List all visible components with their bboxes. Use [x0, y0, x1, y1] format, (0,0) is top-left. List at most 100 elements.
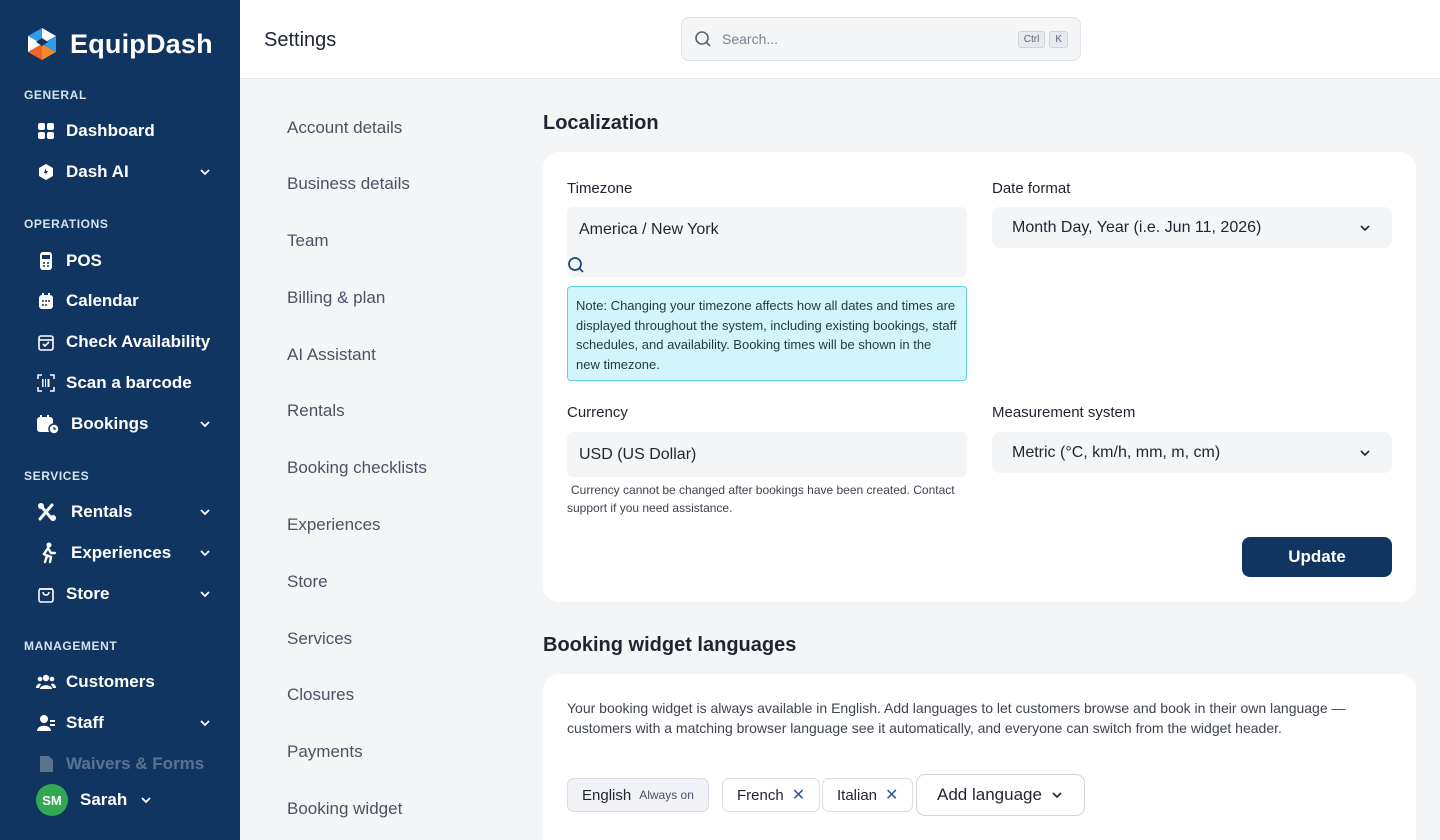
brand-name: EquipDash	[70, 28, 213, 59]
chevron-down-icon[interactable]	[198, 546, 212, 560]
currency-label: Currency	[567, 404, 628, 421]
chevron-down-icon[interactable]	[198, 505, 212, 519]
remove-icon[interactable]: ✕	[792, 785, 805, 805]
sidebar-item-label: Scan a barcode	[66, 373, 192, 392]
barcode-icon	[36, 373, 56, 393]
person-activity-icon	[36, 542, 60, 564]
search-input[interactable]	[722, 31, 1014, 47]
sidebar-item-calendar[interactable]: Calendar	[36, 285, 212, 317]
shortcut-key-ctrl: Ctrl	[1017, 30, 1046, 48]
measurement-value: Metric (°C, km/h, mm, m, cm)	[1012, 443, 1221, 461]
sidebar-item-staff[interactable]: Staff	[36, 707, 212, 739]
settings-nav-billing-plan[interactable]: Billing & plan	[287, 288, 385, 308]
language-chip-italian: Italian ✕	[822, 778, 914, 812]
chevron-down-icon[interactable]	[198, 417, 212, 431]
chevron-down-icon[interactable]	[139, 793, 153, 807]
settings-nav-rentals[interactable]: Rentals	[287, 401, 345, 421]
sidebar-item-customers[interactable]: Customers	[36, 666, 212, 698]
sidebar-item-dashboard[interactable]: Dashboard	[36, 115, 212, 147]
measurement-select[interactable]: Metric (°C, km/h, mm, m, cm)	[992, 432, 1392, 473]
shortcut-key-k: K	[1049, 30, 1068, 48]
sidebar-item-label: Store	[66, 584, 110, 603]
widget-languages-card: Your booking widget is always available …	[543, 674, 1416, 840]
sidebar-item-bookings[interactable]: Bookings	[36, 408, 212, 440]
settings-nav-services[interactable]: Services	[287, 629, 352, 649]
currency-field[interactable]: USD (US Dollar)	[567, 432, 967, 477]
sidebar-item-rentals[interactable]: Rentals	[36, 496, 212, 528]
nav-section-services: SERVICES	[24, 469, 90, 483]
search-bar[interactable]: Ctrl K	[681, 17, 1081, 61]
settings-nav-ai-assistant[interactable]: AI Assistant	[287, 345, 376, 365]
add-language-dropdown[interactable]: Add language	[916, 774, 1085, 816]
tools-icon	[36, 502, 60, 522]
language-chip-label: English	[582, 786, 632, 804]
equipdash-logo-icon	[28, 28, 56, 60]
chevron-down-icon[interactable]	[198, 587, 212, 601]
settings-nav-booking-checklists[interactable]: Booking checklists	[287, 458, 427, 478]
avatar: SM	[36, 784, 68, 816]
search-icon	[695, 31, 711, 47]
settings-nav-account-details[interactable]: Account details	[287, 118, 402, 138]
chevron-down-icon	[1052, 792, 1062, 799]
search-icon	[568, 257, 584, 273]
currency-value: USD (US Dollar)	[579, 446, 697, 463]
language-chip-english: English Always on	[567, 778, 709, 812]
chevron-down-icon	[1360, 224, 1370, 231]
settings-nav-business-details[interactable]: Business details	[287, 174, 410, 194]
nav-section-management: MANAGEMENT	[24, 639, 118, 653]
timezone-note: Note: Changing your timezone affects how…	[567, 286, 967, 381]
sidebar-item-label: Rentals	[71, 502, 133, 521]
currency-help: Currency cannot be changed after booking…	[567, 483, 955, 515]
measurement-label: Measurement system	[992, 404, 1136, 421]
sidebar-item-waivers-forms[interactable]: Waivers & Forms	[36, 748, 212, 780]
chevron-down-icon	[1360, 449, 1370, 456]
settings-nav-booking-widget[interactable]: Booking widget	[287, 799, 402, 819]
localization-card: Timezone America / New York Note: Changi…	[543, 152, 1416, 602]
sidebar-item-pos[interactable]: POS	[36, 245, 212, 277]
sidebar-item-label: Waivers & Forms	[66, 754, 205, 773]
brand[interactable]: EquipDash	[24, 26, 213, 62]
page-title: Settings	[264, 29, 337, 51]
date-format-select[interactable]: Month Day, Year (i.e. Jun 11, 2026)	[992, 207, 1392, 248]
settings-nav-experiences[interactable]: Experiences	[287, 515, 381, 535]
settings-nav-team[interactable]: Team	[287, 231, 329, 251]
localization-title: Localization	[543, 112, 659, 134]
sidebar-item-label: Experiences	[71, 543, 172, 562]
calendar-check-icon	[36, 332, 56, 352]
chevron-down-icon[interactable]	[198, 716, 212, 730]
user-name: Sarah	[80, 790, 128, 809]
settings-nav-closures[interactable]: Closures	[287, 685, 354, 705]
bookings-icon	[36, 414, 60, 434]
sidebar-item-label: Calendar	[66, 291, 139, 310]
sidebar-item-label: Dashboard	[66, 121, 155, 140]
widget-languages-title: Booking widget languages	[543, 634, 797, 656]
grid-icon	[36, 121, 56, 141]
remove-icon[interactable]: ✕	[885, 785, 898, 805]
calendar-icon	[36, 291, 56, 311]
topbar: Settings Ctrl K	[240, 0, 1440, 79]
widget-languages-description: Your booking widget is always available …	[567, 700, 1346, 736]
settings-nav-payments[interactable]: Payments	[287, 742, 363, 762]
chevron-down-icon[interactable]	[198, 165, 212, 179]
sidebar-item-scan-barcode[interactable]: Scan a barcode	[36, 367, 212, 399]
sidebar-item-dash-ai[interactable]: Dash AI	[36, 156, 212, 188]
sidebar-item-label: Bookings	[71, 414, 149, 433]
sidebar-item-store[interactable]: Store	[36, 578, 212, 610]
sidebar-item-experiences[interactable]: Experiences	[36, 537, 212, 569]
sidebar-item-label: Check Availability	[66, 332, 211, 351]
language-chip-label: Italian	[837, 786, 878, 804]
settings-nav-store[interactable]: Store	[287, 572, 328, 592]
sidebar-item-label: Customers	[66, 672, 155, 691]
always-on-tag: Always on	[639, 788, 694, 802]
user-menu[interactable]: SM Sarah	[36, 784, 153, 816]
ai-hex-icon	[36, 162, 56, 182]
sidebar-item-label: POS	[66, 251, 102, 270]
nav-section-general: GENERAL	[24, 88, 87, 102]
timezone-label: Timezone	[567, 180, 633, 197]
add-language-label: Add language	[937, 785, 1042, 804]
timezone-field[interactable]: America / New York	[567, 207, 967, 277]
sidebar-item-check-availability[interactable]: Check Availability	[36, 326, 212, 358]
sidebar: EquipDash GENERAL Dashboard Dash AI OPER…	[0, 0, 240, 840]
update-button[interactable]: Update	[1242, 537, 1392, 577]
date-format-label: Date format	[992, 180, 1071, 197]
